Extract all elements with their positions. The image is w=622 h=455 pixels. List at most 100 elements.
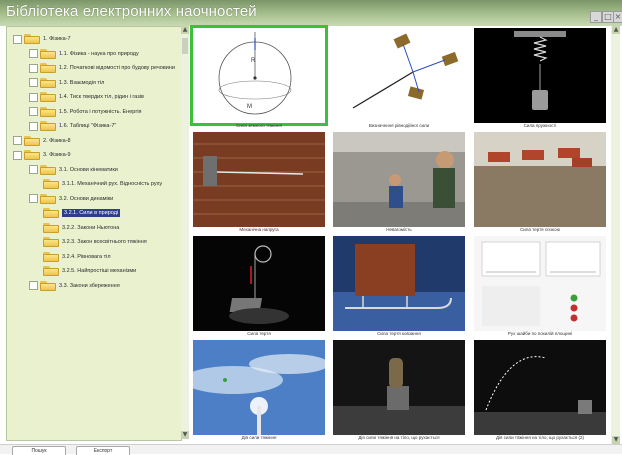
tree-item-label: 1.6. Таблиці "Фізика-7" (59, 123, 117, 129)
thumbnail-item[interactable]: Сила тертя ковзання (330, 234, 468, 338)
topic-tree: 1. Фізика-7 1.1. Фізика - наука про приро… (6, 26, 182, 441)
expand-toggle-icon[interactable] (29, 194, 38, 203)
thumbnail-item[interactable]: Невагомість (330, 130, 468, 234)
grid-scrollbar[interactable]: ▲ ▼ (611, 26, 620, 444)
tree-item[interactable]: 1.4. Тиск твердих тіл, рідин і газів (29, 91, 144, 103)
tree-item[interactable]: 1.1. Фізика - наука про природу (29, 48, 139, 60)
thumbnail-image[interactable] (193, 132, 325, 227)
tab-export[interactable]: Експорт (76, 446, 130, 455)
tree-item[interactable]: 3.2.1. Сили в природі (43, 207, 121, 219)
expand-toggle-icon[interactable] (29, 107, 38, 116)
tree-item-label: 1.5. Робота і потужність. Енергія (59, 108, 142, 115)
tree-item[interactable]: 1.2. Початкові відомості про будову речо… (29, 62, 175, 74)
thumbnail-image[interactable] (333, 340, 465, 435)
scroll-up-icon[interactable]: ▲ (612, 26, 620, 34)
folder-icon (40, 280, 56, 291)
expand-toggle-icon[interactable] (13, 150, 22, 160)
thumbnail-caption: Сила тертя ковзання (377, 331, 421, 336)
thumbnail-image[interactable] (193, 340, 325, 435)
thumbnail-item[interactable]: Сила тертя (190, 234, 328, 338)
tree-item[interactable]: 1.3. Взаємодія тіл (29, 77, 104, 89)
thumbnail-item[interactable]: Сила тертя спокою (471, 130, 609, 234)
thumbnail-item[interactable]: Визначення рівнодійної сили (330, 26, 468, 130)
expand-toggle-icon[interactable] (29, 165, 38, 174)
tree-item[interactable]: 3.2.5. Найпростіші механізми (43, 265, 136, 277)
tree-item-label: 3.1.1. Механічний рух. Відносність руху (62, 181, 163, 187)
thumbnail-caption: Дія сили тяжіння (241, 435, 277, 440)
minimize-button[interactable]: _ (590, 11, 602, 23)
expand-toggle-icon[interactable] (29, 121, 38, 131)
tree-item[interactable]: 3. Фізика-9 (13, 149, 71, 161)
folder-icon (40, 77, 56, 88)
thumbnail-image[interactable] (333, 132, 465, 227)
thumbnail-caption: Механічна напруга (239, 227, 279, 232)
folder-icon (24, 135, 40, 146)
folder-icon (40, 48, 56, 59)
thumbnail-image[interactable] (474, 28, 606, 123)
thumbnail-item[interactable]: Рух шайби по похилій площині (471, 234, 609, 338)
scroll-up-icon[interactable]: ▲ (181, 26, 189, 34)
tree-item[interactable]: 1.6. Таблиці "Фізика-7" (29, 120, 116, 132)
tree-item-label: 1.2. Початкові відомості про будову речо… (59, 65, 175, 71)
thumbnail-item[interactable]: Дія сили тяжіння на тіло, що рухається (… (471, 338, 609, 442)
expand-toggle-icon[interactable] (13, 34, 22, 44)
expand-toggle-icon[interactable] (29, 63, 38, 73)
tree-item-label: 3.3. Закони збереження (59, 282, 120, 289)
thumbnail-item[interactable]: Дія сили тяжіння на тіло, що рухається (330, 338, 468, 442)
tree-item[interactable]: 3.3. Закони збереження (29, 280, 120, 292)
folder-icon (40, 92, 56, 102)
thumbnail-image[interactable]: R M (190, 25, 328, 126)
expand-toggle-icon[interactable] (29, 281, 38, 290)
tree-item-label: 2. Фізика-8 (43, 137, 71, 144)
thumbnail-image[interactable] (193, 236, 325, 331)
scroll-down-icon[interactable]: ▼ (612, 436, 620, 444)
tree-item-label: 3.2.5. Найпростіші механізми (62, 268, 137, 274)
expand-toggle-icon[interactable] (13, 136, 22, 145)
thumbnail-image[interactable] (474, 236, 606, 331)
expand-toggle-icon[interactable] (29, 92, 38, 102)
folder-icon (43, 266, 59, 276)
tree-item-label: 3.2. Основи динаміки (59, 195, 114, 202)
svg-text:R: R (251, 58, 256, 64)
tree-scrollbar[interactable]: ▲ ▼ (181, 26, 189, 439)
svg-text:M: M (247, 104, 252, 110)
thumbnail-item[interactable]: R M Сила земного тяжіння (190, 25, 328, 130)
thumbnail-item[interactable]: Дія сили тяжіння (190, 338, 328, 442)
scroll-thumb[interactable] (182, 38, 188, 54)
thumbnail-image[interactable] (474, 340, 606, 435)
title-bar: Бібліотека електронних наочностей _ □ × (0, 0, 622, 26)
thumbnail-image[interactable] (474, 132, 606, 227)
thumbnail-image[interactable] (333, 236, 465, 331)
thumbnail-image[interactable] (333, 28, 465, 123)
thumbnail-caption: Сила земного тяжіння (236, 123, 282, 128)
thumbnail-caption: Дія сили тяжіння на тіло, що рухається (358, 435, 440, 440)
thumbnail-caption: Невагомість (386, 227, 412, 232)
folder-icon (40, 63, 56, 73)
thumbnail-item[interactable]: Механічна напруга (190, 130, 328, 234)
tree-item[interactable]: 2. Фізика-8 (13, 135, 71, 147)
thumbnail-caption: Дія сили тяжіння на тіло, що рухається (… (496, 435, 584, 440)
tree-item[interactable]: 3.1. Основи кінематики (29, 164, 118, 176)
tree-item[interactable]: 3.1.1. Механічний рух. Відносність руху (43, 178, 162, 190)
scroll-down-icon[interactable]: ▼ (181, 431, 189, 439)
tree-item[interactable]: 3.2.2. Закони Ньютона (43, 222, 119, 234)
tree-item[interactable]: 3.2. Основи динаміки (29, 193, 113, 205)
expand-toggle-icon[interactable] (29, 49, 38, 58)
thumbnail-item[interactable]: Сила пружності (471, 26, 609, 130)
close-button[interactable]: × (613, 11, 622, 23)
folder-icon (40, 193, 56, 204)
expand-toggle-icon[interactable] (29, 78, 38, 87)
folder-icon (24, 150, 40, 160)
tree-item[interactable]: 3.2.4. Рівновага тіл (43, 251, 111, 263)
tab-search[interactable]: Пошук (12, 446, 66, 455)
thumbnail-caption: Сила тертя (247, 331, 271, 336)
tree-item[interactable]: 1.5. Робота і потужність. Енергія (29, 106, 142, 118)
tree-item[interactable]: 3.2.3. Закон всесвітнього тяжіння (43, 236, 147, 248)
tree-item-label: 1.4. Тиск твердих тіл, рідин і газів (59, 94, 144, 100)
tree-item[interactable]: 1. Фізика-7 (13, 33, 71, 45)
tree-item-label: 3.1. Основи кінематики (59, 166, 118, 173)
tree-item-label: 3.2.4. Рівновага тіл (62, 253, 111, 260)
thumbnail-caption: Сила тертя спокою (520, 227, 560, 232)
thumbnail-caption: Рух шайби по похилій площині (507, 331, 573, 336)
app-window: Бібліотека електронних наочностей _ □ × … (0, 0, 622, 455)
